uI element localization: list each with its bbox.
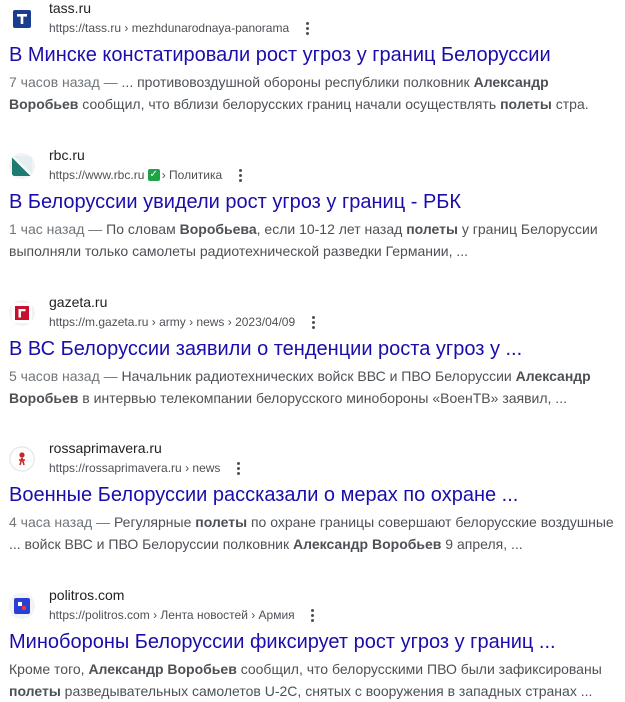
- site-name: tass.ru: [49, 0, 92, 16]
- result-site-header[interactable]: gazeta.ru https://m.gazeta.ru › army › n…: [9, 294, 621, 334]
- result-site-header[interactable]: rbc.ru https://www.rbc.ru ✓ › Политика: [9, 147, 621, 187]
- search-result: rbc.ru https://www.rbc.ru ✓ › Политика В …: [9, 147, 621, 262]
- result-title-link[interactable]: В Белоруссии увидели рост угроз у границ…: [9, 189, 621, 215]
- snippet-text: сообщил, что вблизи белорусских границ н…: [78, 96, 501, 112]
- snippet-text: ... противовоздушной обороны республики …: [117, 74, 474, 90]
- site-name: rossaprimavera.ru: [49, 440, 162, 456]
- url-path: › army › news › 2023/04/09: [151, 315, 296, 329]
- search-result: tass.ru https://tass.ru › mezhdunarodnay…: [9, 0, 621, 115]
- snippet-text: Кроме того,: [9, 661, 89, 677]
- gazeta-logo-icon: [9, 300, 35, 326]
- result-snippet: 1 час назад — По словам Воробьева, если …: [9, 218, 621, 262]
- result-title-link[interactable]: В ВС Белоруссии заявили о тенденции рост…: [9, 336, 621, 362]
- url-base: https://www.rbc.ru: [49, 168, 145, 182]
- result-site-header[interactable]: tass.ru https://tass.ru › mezhdunarodnay…: [9, 0, 621, 40]
- site-name: rbc.ru: [49, 147, 85, 163]
- site-url: https://politros.com › Лента новостей › …: [49, 607, 321, 623]
- more-options-icon[interactable]: [230, 460, 246, 476]
- snippet-text: Регулярные: [110, 514, 196, 530]
- url-base: https://tass.ru: [49, 21, 122, 35]
- snippet-highlight: полеты: [406, 221, 458, 237]
- site-url: https://tass.ru › mezhdunarodnaya-panora…: [49, 20, 315, 36]
- result-date: 5 часов назад —: [9, 368, 118, 384]
- result-title-link[interactable]: Военные Белоруссии рассказали о мерах по…: [9, 482, 621, 508]
- snippet-text: сообщил, что белорусскими ПВО были зафик…: [236, 661, 602, 677]
- result-date: 4 часа назад —: [9, 514, 111, 530]
- result-snippet: Кроме того, Александр Воробьев сообщил, …: [9, 658, 621, 702]
- snippet-highlight: Александр Воробьев: [88, 661, 237, 677]
- url-path: › mezhdunarodnaya-panorama: [124, 21, 290, 35]
- politros-logo-icon: [9, 593, 35, 619]
- search-result: gazeta.ru https://m.gazeta.ru › army › n…: [9, 294, 621, 409]
- result-site-header[interactable]: rossaprimavera.ru https://rossaprimavera…: [9, 440, 621, 480]
- result-date: 7 часов назад —: [9, 74, 118, 90]
- result-snippet: 4 часа назад — Регулярные полеты по охра…: [9, 511, 621, 555]
- site-name: politros.com: [49, 587, 125, 603]
- url-base: https://rossaprimavera.ru: [49, 461, 182, 475]
- more-options-icon[interactable]: [305, 314, 321, 330]
- snippet-highlight: полеты: [500, 96, 552, 112]
- result-title-link[interactable]: В Минске констатировали рост угроз у гра…: [9, 42, 621, 68]
- verified-check-icon: ✓: [147, 169, 160, 181]
- search-result: rossaprimavera.ru https://rossaprimavera…: [9, 440, 621, 555]
- more-options-icon[interactable]: [299, 20, 315, 36]
- rbc-logo-icon: [9, 153, 35, 179]
- tass-logo-icon: [9, 6, 35, 32]
- result-date: 1 час назад —: [9, 221, 103, 237]
- url-path: › Лента новостей › Армия: [153, 608, 295, 622]
- result-snippet: 5 часов назад — Начальник радиотехническ…: [9, 365, 621, 409]
- site-name: gazeta.ru: [49, 294, 108, 310]
- snippet-highlight: Воробьева: [179, 221, 257, 237]
- snippet-text: 9 апреля, ...: [441, 536, 523, 552]
- snippet-highlight: полеты: [9, 683, 61, 699]
- site-url: https://rossaprimavera.ru › news: [49, 460, 246, 476]
- more-options-icon[interactable]: [305, 607, 321, 623]
- snippet-text: в интервью телекомпании белорусского мин…: [78, 390, 567, 406]
- result-title-link[interactable]: Минобороны Белоруссии фиксирует рост угр…: [9, 629, 621, 655]
- url-path: › Политика: [161, 168, 223, 182]
- url-base: https://politros.com: [49, 608, 150, 622]
- result-site-header[interactable]: politros.com https://politros.com › Лент…: [9, 587, 621, 627]
- site-url: https://www.rbc.ru ✓ › Политика: [49, 167, 248, 183]
- url-path: › news: [185, 461, 221, 475]
- more-options-icon[interactable]: [232, 167, 248, 183]
- snippet-text: стра.: [551, 96, 589, 112]
- result-snippet: 7 часов назад — ... противовоздушной обо…: [9, 71, 621, 115]
- site-url: https://m.gazeta.ru › army › news › 2023…: [49, 314, 321, 330]
- search-result: politros.com https://politros.com › Лент…: [9, 587, 621, 702]
- snippet-text: , если 10-12 лет назад: [256, 221, 407, 237]
- snippet-highlight: полеты: [195, 514, 248, 530]
- rossaprimavera-logo-icon: [9, 446, 35, 472]
- url-base: https://m.gazeta.ru: [49, 315, 149, 329]
- snippet-text: По словам: [102, 221, 180, 237]
- snippet-text: Начальник радиотехнических войск ВВС и П…: [117, 368, 516, 384]
- snippet-text: разведывательных самолетов U-2C, снятых …: [60, 683, 593, 699]
- snippet-highlight: Александр Воробьев: [293, 536, 442, 552]
